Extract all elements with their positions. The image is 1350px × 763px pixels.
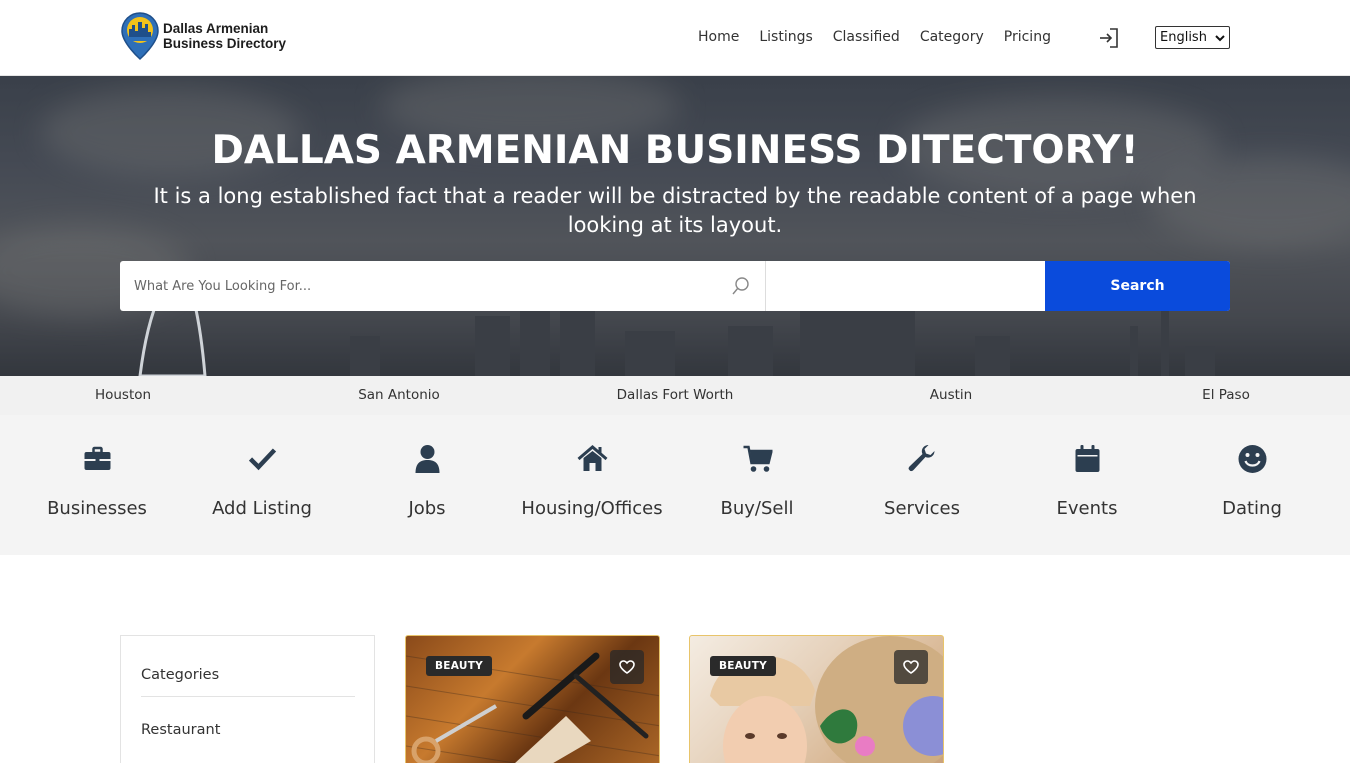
search-input[interactable]: What Are You Looking For... <box>120 261 766 311</box>
category-label: Events <box>1056 498 1118 519</box>
category-label: Buy/Sell <box>720 498 794 519</box>
category-label: Jobs <box>408 498 446 519</box>
hero-subtitle: It is a long established fact that a rea… <box>153 184 1197 237</box>
listing-card[interactable]: BEAUTY <box>405 635 660 763</box>
search-icon <box>732 277 749 295</box>
city-san-antonio[interactable]: San Antonio <box>358 387 440 403</box>
logo[interactable]: Dallas Armenian Business Directory <box>121 12 286 60</box>
nav-pricing[interactable]: Pricing <box>1004 26 1051 48</box>
sidebar-item-restaurant[interactable]: Restaurant <box>141 722 220 738</box>
wrench-icon <box>908 445 934 472</box>
map-pin-logo-icon <box>121 12 159 60</box>
site-header: Dallas Armenian Business Directory Home … <box>0 0 1350 76</box>
user-icon <box>415 445 439 473</box>
sidebar-heading: Categories <box>141 667 220 683</box>
city-houston[interactable]: Houston <box>95 387 151 403</box>
cart-icon <box>743 445 772 472</box>
home-icon <box>577 445 607 471</box>
nav-home[interactable]: Home <box>698 26 739 48</box>
check-icon <box>248 448 276 471</box>
divider <box>141 696 355 697</box>
calendar-icon <box>1075 445 1099 472</box>
logo-line-1: Dallas Armenian <box>163 21 269 36</box>
chevron-down-icon <box>1215 34 1225 41</box>
category-events[interactable]: Events <box>1005 415 1170 555</box>
category-bar: Businesses Add Listing Jobs Housing/Offi… <box>0 415 1350 555</box>
hero-banner: DALLAS ARMENIAN BUSINESS DITECTORY! It i… <box>0 76 1350 376</box>
category-label: Services <box>884 498 960 519</box>
listing-card[interactable]: BEAUTY <box>689 635 944 763</box>
city-dallas-fort-worth[interactable]: Dallas Fort Worth <box>617 387 734 403</box>
category-services[interactable]: Services <box>840 415 1005 555</box>
nav-category[interactable]: Category <box>920 26 984 48</box>
login-icon[interactable] <box>1097 26 1121 50</box>
category-label: Housing/Offices <box>521 498 663 519</box>
heart-icon <box>619 660 635 674</box>
category-businesses[interactable]: Businesses <box>15 415 180 555</box>
category-label: Businesses <box>47 498 147 519</box>
favorite-button[interactable] <box>610 650 644 684</box>
main-nav: Home Listings Classified Category Pricin… <box>698 26 1071 48</box>
favorite-button[interactable] <box>894 650 928 684</box>
heart-icon <box>903 660 919 674</box>
city-links: Houston San Antonio Dallas Fort Worth Au… <box>0 376 1350 415</box>
category-label: Add Listing <box>212 498 312 519</box>
language-select[interactable]: English <box>1155 26 1230 49</box>
search-bar: What Are You Looking For... Search <box>120 261 1230 311</box>
logo-line-2: Business Directory <box>163 36 287 51</box>
category-housing-offices[interactable]: Housing/Offices <box>510 415 675 555</box>
category-badge: BEAUTY <box>710 656 777 676</box>
search-button[interactable]: Search <box>1045 261 1230 311</box>
hero-title: DALLAS ARMENIAN BUSINESS DITECTORY! <box>211 128 1139 173</box>
category-jobs[interactable]: Jobs <box>345 415 510 555</box>
location-input[interactable] <box>766 261 1045 311</box>
category-sidebar: Categories Restaurant <box>120 635 375 763</box>
smile-icon <box>1238 445 1266 473</box>
category-add-listing[interactable]: Add Listing <box>180 415 345 555</box>
briefcase-icon <box>84 446 110 470</box>
language-select-value: English <box>1160 30 1207 45</box>
nav-listings[interactable]: Listings <box>759 26 812 48</box>
category-buy-sell[interactable]: Buy/Sell <box>675 415 840 555</box>
city-austin[interactable]: Austin <box>930 387 972 403</box>
nav-classified[interactable]: Classified <box>833 26 900 48</box>
city-el-paso[interactable]: El Paso <box>1202 387 1250 403</box>
logo-text: Dallas Armenian Business Directory <box>163 21 286 51</box>
category-label: Dating <box>1222 498 1282 519</box>
category-badge: BEAUTY <box>426 656 493 676</box>
category-dating[interactable]: Dating <box>1170 415 1335 555</box>
search-placeholder: What Are You Looking For... <box>134 278 312 294</box>
